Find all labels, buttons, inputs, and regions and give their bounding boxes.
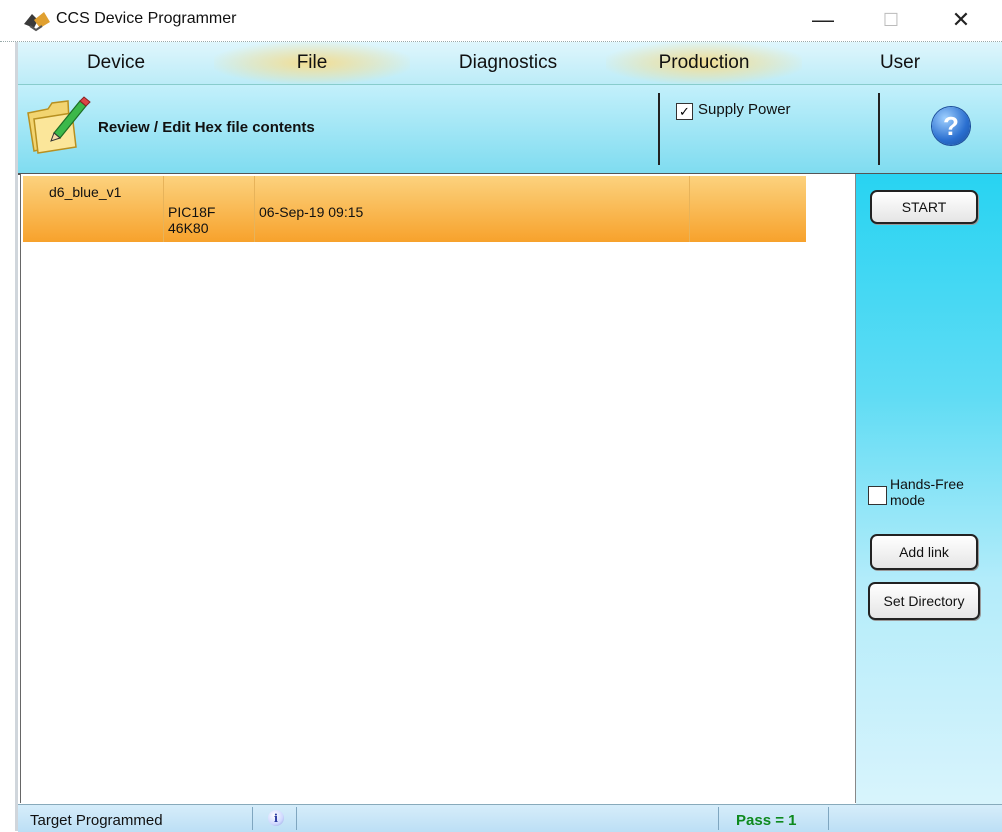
status-divider: [718, 807, 719, 830]
menu-device[interactable]: Device: [18, 42, 214, 84]
minimize-button[interactable]: —: [800, 0, 846, 40]
cell-date: 06-Sep-19 09:15: [255, 176, 690, 242]
cell-extra: [690, 176, 805, 242]
hands-free-label-line2: mode: [890, 492, 926, 508]
close-button[interactable]: ✕: [938, 0, 984, 40]
toolbar-divider: [658, 93, 660, 165]
hands-free-checkbox[interactable]: [868, 486, 887, 505]
cell-device: PIC18F 46K80: [164, 176, 255, 242]
set-directory-button[interactable]: Set Directory: [868, 582, 980, 620]
hands-free-label-line1: Hands-Free: [890, 476, 964, 492]
device-line2: 46K80: [168, 220, 209, 236]
add-link-button[interactable]: Add link: [870, 534, 978, 570]
menu-diagnostics[interactable]: Diagnostics: [410, 42, 606, 84]
window-title: CCS Device Programmer: [56, 10, 237, 27]
file-date: 06-Sep-19 09:15: [259, 204, 364, 220]
start-button[interactable]: START: [870, 190, 978, 224]
status-bar: Target Programmed i Pass = 1: [18, 804, 1002, 832]
status-message: Target Programmed: [30, 812, 163, 829]
maximize-button[interactable]: ☐: [868, 0, 914, 40]
device-line1: PIC18F: [168, 204, 216, 220]
title-bar: CCS Device Programmer — ☐ ✕: [0, 0, 1002, 42]
review-edit-label[interactable]: Review / Edit Hex file contents: [98, 119, 315, 136]
supply-power-checkbox[interactable]: ✓: [676, 103, 693, 120]
control-panel: START Hands-Free mode Add link Set Direc…: [856, 174, 1002, 804]
table-row[interactable]: d6_blue_v1 PIC18F 46K80 06-Sep-19 09:15: [23, 176, 806, 242]
hands-free-label: Hands-Free mode: [890, 476, 964, 508]
edit-folder-icon[interactable]: [24, 93, 94, 155]
toolbar: Review / Edit Hex file contents ✓ Supply…: [18, 85, 1002, 175]
status-divider: [828, 807, 829, 830]
help-icon[interactable]: ?: [932, 107, 970, 145]
menu-file[interactable]: File: [214, 42, 410, 84]
info-icon[interactable]: i: [268, 810, 284, 826]
menu-bar: Device File Diagnostics Production User: [18, 42, 1002, 85]
supply-power-label: Supply Power: [698, 101, 791, 118]
cell-name: d6_blue_v1: [23, 176, 164, 242]
app-logo-icon: [24, 12, 50, 32]
menu-production[interactable]: Production: [606, 42, 802, 84]
menu-user[interactable]: User: [802, 42, 998, 84]
hex-file-list[interactable]: d6_blue_v1 PIC18F 46K80 06-Sep-19 09:15: [20, 174, 856, 803]
status-divider: [252, 807, 253, 830]
toolbar-divider: [878, 93, 880, 165]
file-name: d6_blue_v1: [49, 184, 122, 200]
pass-count: Pass = 1: [736, 812, 797, 829]
status-divider: [296, 807, 297, 830]
